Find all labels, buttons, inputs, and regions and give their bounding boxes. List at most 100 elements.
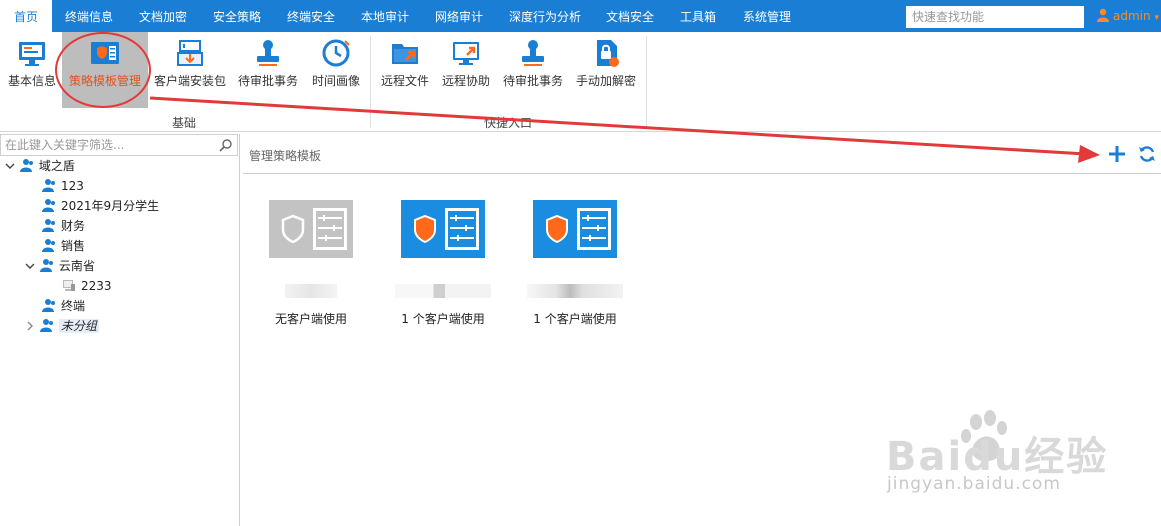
tab-system-admin[interactable]: 系统管理	[730, 0, 804, 32]
tree-node-label: 云南省	[58, 259, 95, 273]
tab-deep-behavior[interactable]: 深度行为分析	[496, 0, 594, 32]
ribbon-quick-pending-approval-button[interactable]: 待审批事务	[498, 32, 568, 108]
policy-template-icon	[401, 200, 485, 258]
top-nav-bar: 首页 终端信息 文档加密 安全策略 终端安全 本地审计 网络审计 深度行为分析 …	[0, 0, 1161, 34]
tab-doc-security[interactable]: 文档安全	[594, 0, 666, 32]
ribbon-basic-info-button[interactable]: 基本信息	[2, 32, 62, 108]
install-package-icon	[177, 40, 203, 66]
remote-desktop-icon	[453, 42, 479, 65]
tree-node-terminal[interactable]: 2233	[62, 276, 112, 296]
group-label-basic: 基础	[172, 116, 197, 130]
tree-node-group[interactable]: 销售	[42, 236, 85, 256]
user-group-icon	[42, 219, 55, 232]
search-icon[interactable]	[219, 138, 233, 152]
ribbon-policy-template-button[interactable]: 策略模板管理	[62, 32, 148, 108]
panel-header: 管理策略模板	[243, 134, 1161, 174]
tree-node-group[interactable]: 2021年9月分学生	[42, 196, 159, 216]
blurred-name	[527, 284, 623, 298]
template-card[interactable]: 1 个客户端使用	[383, 200, 503, 330]
ribbon-label: 策略模板管理	[68, 74, 141, 88]
tab-local-audit[interactable]: 本地审计	[348, 0, 422, 32]
tree-node-label: 销售	[61, 239, 86, 253]
tree-node-group[interactable]: 123	[42, 176, 84, 196]
user-icon	[1097, 8, 1109, 22]
user-group-icon	[42, 299, 55, 312]
ribbon-label: 手动加解密	[575, 74, 636, 88]
user-group-icon	[19, 159, 33, 172]
panel-title: 管理策略模板	[249, 149, 322, 163]
username: admin	[1113, 9, 1151, 23]
clock-icon	[322, 39, 350, 67]
ribbon-label: 远程协助	[441, 74, 490, 88]
tree-node-group[interactable]: 云南省	[24, 256, 95, 276]
policy-template-disabled-icon	[269, 200, 353, 258]
tree-node-label: 财务	[61, 219, 86, 233]
ribbon-divider	[646, 36, 647, 128]
ribbon-client-package-button[interactable]: 客户端安装包	[150, 32, 230, 108]
quick-search-input[interactable]	[906, 6, 1084, 28]
stamp-icon	[522, 40, 544, 66]
tree-node-label: 123	[61, 179, 84, 193]
tab-network-audit[interactable]: 网络审计	[422, 0, 496, 32]
tab-doc-encryption[interactable]: 文档加密	[126, 0, 200, 32]
lock-document-icon	[597, 40, 619, 67]
tree-node-label: 2233	[81, 279, 112, 293]
user-group-icon	[42, 199, 55, 212]
stamp-icon	[257, 40, 279, 66]
tab-terminal-security[interactable]: 终端安全	[274, 0, 348, 32]
template-usage: 1 个客户端使用	[401, 312, 485, 326]
ribbon-label: 远程文件	[380, 74, 429, 88]
tree-node-root[interactable]: 域之盾	[4, 156, 75, 176]
ribbon-label: 待审批事务	[237, 74, 298, 88]
ribbon-label: 客户端安装包	[153, 74, 226, 88]
tab-security-policy[interactable]: 安全策略	[200, 0, 274, 32]
refresh-icon[interactable]	[1137, 144, 1157, 164]
chevron-down-icon[interactable]	[4, 156, 16, 176]
ribbon-label: 基本信息	[7, 74, 56, 88]
add-icon[interactable]	[1107, 144, 1127, 164]
tree-filter	[0, 134, 238, 156]
tree-filter-input[interactable]	[1, 135, 219, 155]
ribbon-remote-file-button[interactable]: 远程文件	[376, 32, 434, 108]
tab-toolbox[interactable]: 工具箱	[666, 0, 730, 32]
user-menu[interactable]: admin ▾	[1097, 8, 1159, 23]
ribbon-label: 时间画像	[311, 74, 360, 88]
template-usage: 1 个客户端使用	[533, 312, 617, 326]
tree-node-label: 域之盾	[38, 159, 75, 173]
tree-node-ungrouped[interactable]: 未分组	[24, 316, 99, 336]
ribbon-toolbar: 基本信息 策略模板管理 客户端安装包 待审批事务 时间画像 基础 远程文件 远程…	[0, 32, 1161, 132]
policy-template-icon	[533, 200, 617, 258]
tab-home[interactable]: 首页	[0, 0, 52, 34]
computer-icon	[63, 280, 75, 291]
ribbon-time-profile-button[interactable]: 时间画像	[306, 32, 366, 108]
group-label-quick: 快捷入口	[484, 116, 533, 130]
blurred-name	[395, 284, 491, 298]
tree-node-label: 2021年9月分学生	[61, 199, 160, 213]
tree-node-label: 未分组	[58, 319, 99, 333]
blurred-name	[285, 284, 337, 298]
folder-icon	[392, 44, 418, 64]
policy-template-icon	[91, 42, 119, 64]
template-usage: 无客户端使用	[274, 312, 347, 326]
chevron-down-icon[interactable]	[24, 256, 36, 276]
template-manager-panel: 管理策略模板 无客户端使用 1 个客户端使用 1 个客户端使用	[243, 134, 1161, 526]
user-group-icon	[42, 239, 55, 252]
user-group-icon	[42, 179, 55, 192]
watermark-url: jingyan.baidu.com	[887, 474, 1061, 494]
ribbon-pending-approval-button[interactable]: 待审批事务	[232, 32, 304, 108]
ribbon-remote-assist-button[interactable]: 远程协助	[436, 32, 496, 108]
tree-node-label: 终端	[61, 299, 86, 313]
tree-node-group[interactable]: 终端	[42, 296, 85, 316]
ribbon-label: 待审批事务	[502, 74, 563, 88]
tree-node-group[interactable]: 财务	[42, 216, 85, 236]
chevron-right-icon[interactable]	[24, 316, 36, 336]
user-group-icon	[39, 259, 53, 272]
group-tree-panel: 域之盾 123 2021年9月分学生 财务 销售 云南省 2233 终端 未分组	[0, 134, 240, 526]
ribbon-divider	[370, 36, 371, 128]
template-card[interactable]: 无客户端使用	[251, 200, 371, 330]
monitor-icon	[19, 42, 45, 66]
tab-terminal-info[interactable]: 终端信息	[52, 0, 126, 32]
template-card[interactable]: 1 个客户端使用	[515, 200, 635, 330]
ribbon-manual-crypto-button[interactable]: 手动加解密	[570, 32, 642, 108]
user-group-icon	[39, 319, 53, 332]
